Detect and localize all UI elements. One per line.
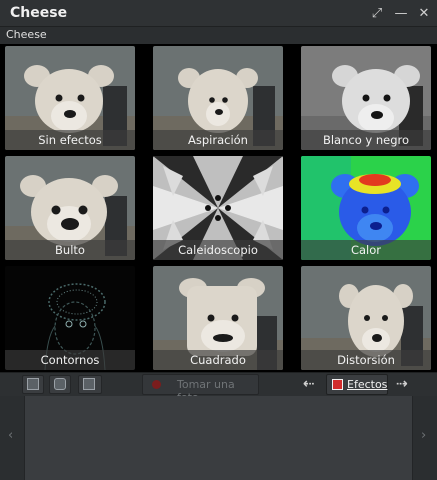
burst-mode-icon [54,378,66,390]
effect-caleidoscopio[interactable]: Caleidoscopio [153,156,283,260]
scroll-right-icon[interactable]: › [421,428,426,443]
video-mode-icon [83,378,95,390]
thumbnail-area[interactable] [24,396,413,480]
take-photo-button[interactable]: Tomar una foto [142,374,259,404]
effects-button[interactable]: Efectos [326,374,388,395]
effect-distorsion[interactable]: Distorsión [301,266,431,370]
effect-label: Calor [301,240,431,260]
effect-label: Cuadrado [153,350,283,370]
video-mode-button[interactable] [78,375,102,394]
previous-page-icon[interactable]: ⇠ [303,376,315,392]
record-icon [152,380,161,389]
effect-label: Aspiración [153,130,283,150]
scroll-left-icon[interactable]: ‹ [8,428,13,443]
effect-cuadrado[interactable]: Cuadrado [153,266,283,370]
maximize-icon[interactable]: ⤢ [367,3,387,23]
effect-label: Caleidoscopio [153,240,283,260]
close-icon[interactable]: ✕ [414,3,434,23]
effect-label: Contornos [5,350,135,370]
effect-label: Blanco y negro [301,130,431,150]
effect-label: Sin efectos [5,130,135,150]
effects-grid: Sin efectos Aspiración Blanco y negro Bu… [0,44,437,372]
effect-blanco-y-negro[interactable]: Blanco y negro [301,46,431,150]
burst-mode-button[interactable] [49,375,71,394]
menubar: Cheese [0,27,437,44]
effects-icon [332,379,343,390]
title-bar: Cheese ⤢ — ✕ [0,0,437,27]
next-page-icon[interactable]: ⇢ [396,376,408,392]
photo-mode-button[interactable] [22,375,44,394]
effects-label: Efectos [347,378,388,391]
minimize-icon[interactable]: — [391,3,411,23]
photo-mode-icon [27,378,39,390]
effect-aspiracion[interactable]: Aspiración [153,46,283,150]
effect-label: Bulto [5,240,135,260]
thumbnail-strip: ‹ › [0,396,437,480]
toolbar: Tomar una foto ⇠ Efectos ⇢ [0,372,437,404]
effect-calor[interactable]: Calor [301,156,431,260]
window-title: Cheese [10,5,68,21]
app-menu[interactable]: Cheese [6,28,47,41]
effect-contornos[interactable]: Contornos [5,266,135,370]
effect-label: Distorsión [301,350,431,370]
effect-sin-efectos[interactable]: Sin efectos [5,46,135,150]
effect-bulto[interactable]: Bulto [5,156,135,260]
